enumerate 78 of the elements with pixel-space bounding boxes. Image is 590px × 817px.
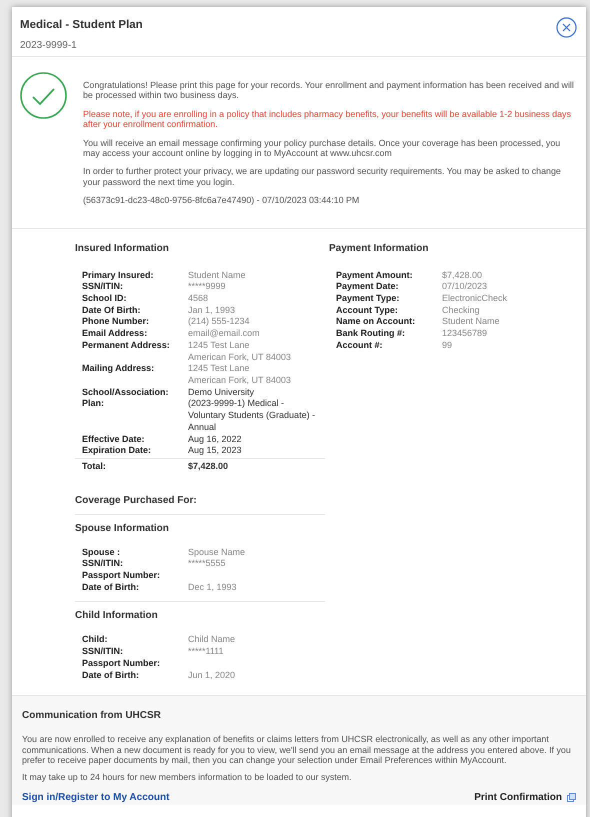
section-heading: Coverage Purchased For: xyxy=(75,494,198,508)
close-button[interactable] xyxy=(556,17,577,38)
field-label: Date of Birth: xyxy=(82,582,140,594)
external-window-icon xyxy=(567,792,576,802)
field-label: Date Of Birth: xyxy=(82,304,142,316)
info-paragraph: It may take up to 24 hours for new members information to be loaded to our system. xyxy=(22,772,353,783)
field-value: *****1111 xyxy=(188,646,224,658)
field-label: SSN/ITIN: xyxy=(82,281,124,294)
field-value: Student Name xyxy=(188,270,246,282)
field-value: Jan 1, 1993 xyxy=(188,304,236,316)
field-label: Account #: xyxy=(336,340,384,352)
total-label: Total: xyxy=(82,460,107,473)
info-paragraph: In order to further protect your privacy, we are updating our password security requirements. You may be asked to change your password the next time you login. xyxy=(83,166,562,188)
field-value: 4568 xyxy=(188,293,208,305)
section-heading: Communication from UHCSR xyxy=(22,709,162,724)
field-label: Effective Date: xyxy=(82,434,146,446)
field-label: Spouse : xyxy=(82,546,122,558)
field-value: Student Name xyxy=(442,316,500,328)
field-value: email@email.com xyxy=(188,328,260,340)
field-label: Phone Number: xyxy=(82,316,150,328)
field-label: Expiration Date: xyxy=(82,445,152,457)
field-label: Payment Type: xyxy=(336,293,400,305)
field-value: *****9999 xyxy=(188,281,226,294)
field-value: Checking xyxy=(442,304,480,316)
field-value: $7,428.00 xyxy=(442,270,482,282)
field-label: Account Type: xyxy=(336,304,399,316)
field-label: Child: xyxy=(82,634,108,646)
field-value: ElectronicCheck xyxy=(442,293,508,305)
info-paragraph: You are now enrolled to receive any explanation of benefits or claims letters from UHCSR electronically, as well as any other important communications. When a new document is ready for you to view, we'll send you an email message at the address you entered above. If you prefer to receive paper documents by mail, then you can change your selection under Email Preferences within MyAccount. xyxy=(22,734,572,766)
field-label: SSN/ITIN: xyxy=(82,558,124,570)
field-label: Name on Account: xyxy=(336,316,416,328)
field-value: 1245 Test Lane xyxy=(188,340,250,352)
field-value: Aug 16, 2022 xyxy=(188,434,242,446)
print-link[interactable]: Print Confirmation xyxy=(474,790,576,805)
info-paragraph: You will receive an email message confirming your policy purchase details. Once your coverage has been processed, you may access your account online by logging in to MyAccount at www.uhcsr.com xyxy=(83,138,562,158)
field-label: Passport Number: xyxy=(82,658,162,670)
section-heading: Insured Information xyxy=(75,242,170,256)
warning-paragraph: Please note, if you are enrolling in a policy that includes pharmacy benefits, your benefits will be available 1-2 business days after your enrollment confirmation. xyxy=(83,108,572,130)
field-label: School ID: xyxy=(82,293,128,305)
field-value: Demo University xyxy=(188,386,254,398)
info-paragraph: Congratulations! Please print this page for your records. Your enrollment and payment information has been received and will be processed within two business days. xyxy=(83,80,575,101)
field-label: Permanent Address: xyxy=(82,340,171,352)
field-value: American Fork, UT 84003 xyxy=(188,374,291,387)
field-value: Jun 1, 2020 xyxy=(188,670,236,682)
field-label: Primary Insured: xyxy=(82,270,155,282)
field-label: Bank Routing #: xyxy=(336,328,406,340)
field-value: Annual xyxy=(188,422,218,434)
section-heading: Child Information xyxy=(75,609,159,624)
field-label: Plan: xyxy=(82,398,106,410)
field-value: 07/10/2023 xyxy=(442,281,488,294)
field-value: 123456789 xyxy=(442,328,488,340)
section-heading: Spouse Information xyxy=(75,522,170,536)
field-value: Dec 1, 1993 xyxy=(188,582,237,594)
section-heading: Payment Information xyxy=(329,242,430,256)
field-value: Voluntary Students (Graduate) - xyxy=(188,410,316,422)
info-paragraph: (56373c91-dc23-48c0-9756-8fc6a7e47490) - 07/10/2023 03:44:10 PM xyxy=(83,195,360,206)
field-label: Payment Date: xyxy=(336,281,400,294)
modal-title: Medical - Student Plan xyxy=(20,18,143,33)
field-value: 99 xyxy=(442,340,452,352)
field-value: Child Name xyxy=(188,634,236,646)
policy-number: 2023-9999-1 xyxy=(20,39,78,54)
field-label: SSN/ITIN: xyxy=(82,646,124,658)
field-label: Date of Birth: xyxy=(82,670,140,682)
field-label: Email Address: xyxy=(82,328,148,340)
field-value: 1245 Test Lane xyxy=(188,363,250,375)
success-check-icon xyxy=(20,72,67,119)
sign-in-link[interactable]: Sign in/Register to My Account xyxy=(22,790,170,805)
field-label: Passport Number: xyxy=(82,570,162,582)
field-value: American Fork, UT 84003 xyxy=(188,352,291,364)
field-label: Mailing Address: xyxy=(82,363,156,376)
field-value: Spouse Name xyxy=(188,546,246,558)
total-value: $7,428.00 xyxy=(188,460,228,473)
field-value: Aug 15, 2023 xyxy=(188,445,242,457)
field-label: School/Association: xyxy=(82,386,170,398)
field-value: (214) 555-1234 xyxy=(188,316,250,328)
field-value: (2023-9999-1) Medical - xyxy=(188,398,286,410)
field-value: *****5555 xyxy=(188,558,226,570)
field-label: Payment Amount: xyxy=(336,270,414,282)
